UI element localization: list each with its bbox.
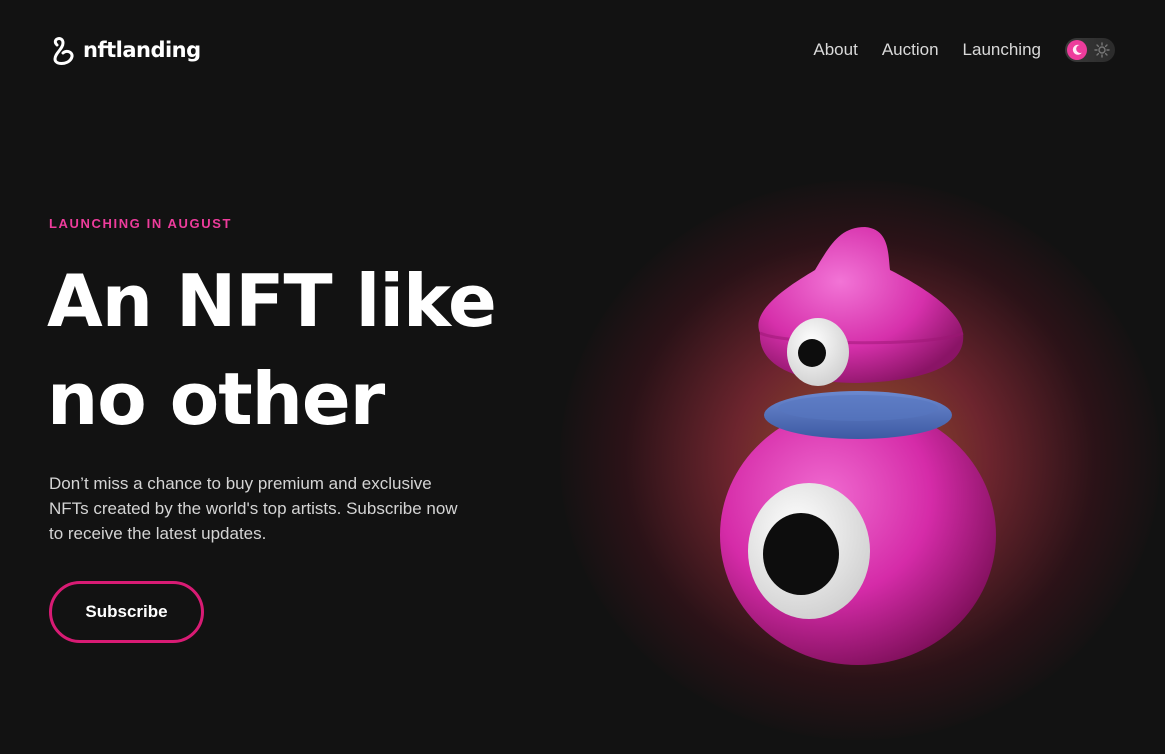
nft-creature-image <box>720 227 996 665</box>
landing-page: nftlanding About Auction Launching LAUNC… <box>0 0 1165 754</box>
logo-text: nftlanding <box>83 38 201 62</box>
sun-icon <box>1094 42 1110 58</box>
nav-link-launching[interactable]: Launching <box>963 40 1041 60</box>
logo-icon <box>53 37 74 65</box>
hero-eyebrow: LAUNCHING IN AUGUST <box>49 216 233 231</box>
hero-headline: An NFT like no other <box>47 259 497 441</box>
theme-toggle[interactable] <box>1065 38 1115 62</box>
moon-icon <box>1067 40 1087 60</box>
nav-link-about[interactable]: About <box>813 40 857 60</box>
logo-link[interactable]: nftlanding <box>49 35 201 65</box>
nav-link-auction[interactable]: Auction <box>882 40 939 60</box>
site-header: nftlanding About Auction Launching <box>0 0 1165 100</box>
hero-description: Don’t miss a chance to buy premium and e… <box>49 474 458 543</box>
subscribe-button[interactable]: Subscribe <box>49 581 204 643</box>
main-nav: About Auction Launching <box>813 38 1115 62</box>
